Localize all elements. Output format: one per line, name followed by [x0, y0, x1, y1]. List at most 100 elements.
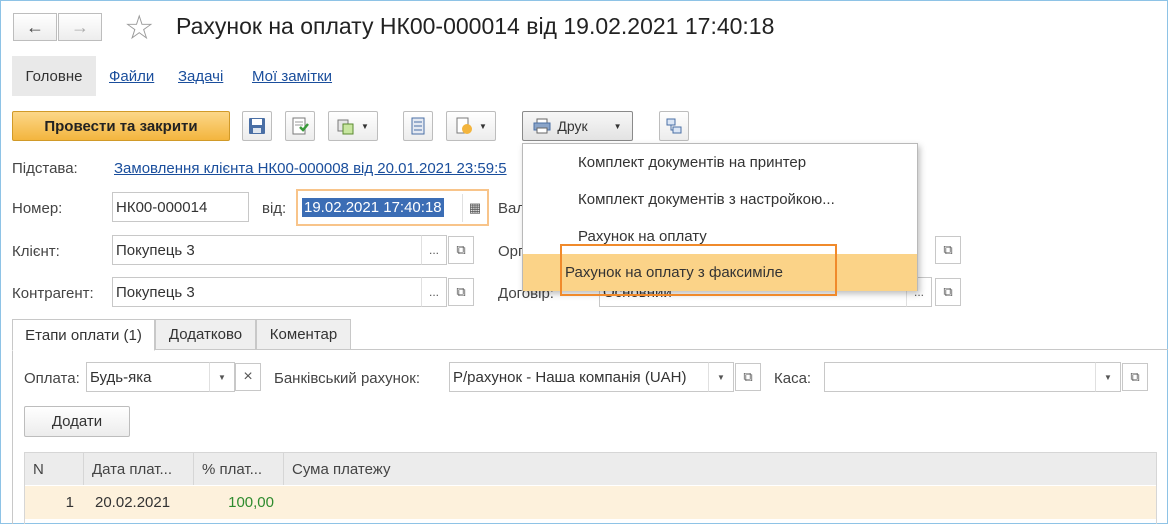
printer-icon — [533, 118, 551, 134]
post-document-icon — [292, 117, 309, 135]
tab-label: Коментар — [269, 326, 338, 343]
chevron-down-icon: ▼ — [479, 121, 487, 131]
save-icon — [249, 118, 265, 134]
cell-date: 20.02.2021 — [95, 494, 171, 511]
counterparty-select-button[interactable]: ... — [421, 277, 447, 307]
menu-item-label: Комплект документів на принтер — [578, 154, 807, 171]
bank-account-value: Р/рахунок - Наша компанія (UAH) — [453, 368, 687, 386]
menu-item-label: Комплект документів з настройкою... — [578, 191, 835, 208]
bank-account-dropdown-button[interactable]: ▼ — [708, 362, 734, 392]
column-header-label: Дата плат... — [92, 460, 172, 478]
report-icon — [456, 117, 473, 134]
column-header-n[interactable]: N — [25, 453, 84, 485]
open-icon: ⧉ — [743, 369, 753, 384]
journal-button[interactable] — [403, 111, 433, 141]
contract-open-button[interactable]: ⧉ — [935, 278, 961, 306]
counterparty-field[interactable]: Покупець 3 — [112, 277, 422, 307]
cash-open-button[interactable]: ⧉ — [1122, 363, 1148, 391]
column-header-percent[interactable]: % плат... — [194, 453, 284, 485]
date-label: від: — [262, 200, 287, 217]
save-button[interactable] — [242, 111, 272, 141]
arrow-left-icon: ← — [26, 16, 44, 37]
basis-label: Підстава: — [12, 160, 78, 177]
arrow-right-icon: → — [71, 16, 89, 37]
client-value: Покупець 3 — [116, 241, 195, 259]
bank-account-label: Банківський рахунок: — [274, 370, 421, 387]
client-field[interactable]: Покупець 3 — [112, 235, 422, 265]
chevron-down-icon: ▼ — [717, 372, 725, 382]
cell-n: 1 — [65, 494, 74, 511]
open-icon: ⧉ — [1130, 369, 1140, 384]
tab-label: Етапи оплати (1) — [25, 326, 142, 344]
back-button[interactable]: ← — [13, 13, 57, 41]
number-label: Номер: — [12, 200, 63, 217]
chevron-down-icon: ▼ — [218, 372, 226, 382]
open-icon: ⧉ — [456, 284, 466, 299]
ellipsis-icon: ... — [428, 285, 439, 299]
payment-select[interactable]: Будь-яка — [86, 362, 210, 392]
tab-files[interactable]: Файли — [109, 68, 154, 85]
highlight-annotation — [560, 244, 837, 296]
cell-sum — [292, 486, 492, 519]
menu-item-print-set[interactable]: Комплект документів на принтер — [523, 144, 917, 181]
create-based-on-icon — [337, 119, 354, 135]
tab-notes[interactable]: Мої замітки — [252, 68, 332, 85]
favorite-star-icon[interactable]: ☆ — [124, 8, 154, 48]
tab-main-label: Головне — [25, 67, 83, 85]
column-header-date[interactable]: Дата плат... — [84, 453, 194, 485]
chevron-down-icon: ▼ — [361, 121, 369, 131]
payment-value: Будь-яка — [90, 368, 152, 386]
counterparty-value: Покупець 3 — [116, 283, 195, 301]
cell-percent: 100,00 — [228, 494, 274, 511]
structure-button[interactable] — [659, 111, 689, 141]
column-header-sum[interactable]: Сума платежу — [284, 453, 1156, 485]
tab-additional[interactable]: Додатково — [155, 319, 256, 350]
organization-open-button[interactable]: ⧉ — [935, 236, 961, 264]
calendar-icon[interactable]: ▦ — [462, 194, 487, 222]
forward-button[interactable]: → — [58, 13, 102, 41]
menu-item-print-set-settings[interactable]: Комплект документів з настройкою... — [523, 181, 917, 218]
payment-dropdown-button[interactable]: ▼ — [209, 362, 235, 392]
cash-select[interactable] — [824, 362, 1096, 392]
add-button-label: Додати — [51, 413, 103, 430]
tab-comment[interactable]: Коментар — [256, 319, 351, 350]
menu-item-label: Рахунок на оплату — [578, 228, 707, 245]
tab-main[interactable]: Головне — [12, 56, 96, 96]
print-button[interactable]: Друк ▼ — [522, 111, 633, 141]
cash-dropdown-button[interactable]: ▼ — [1095, 362, 1121, 392]
number-field[interactable]: НК00-000014 — [112, 192, 249, 222]
open-icon: ⧉ — [943, 242, 953, 257]
tab-payment-stages[interactable]: Етапи оплати (1) — [12, 319, 155, 351]
create-based-on-button[interactable]: ▼ — [328, 111, 378, 141]
client-label: Клієнт: — [12, 243, 60, 260]
column-header-label: N — [33, 460, 44, 478]
counterparty-label: Контрагент: — [12, 285, 94, 302]
basis-link[interactable]: Замовлення клієнта НК00-000008 від 20.01… — [114, 160, 522, 177]
counterparty-open-button[interactable]: ⧉ — [448, 278, 474, 306]
post-button[interactable] — [285, 111, 315, 141]
column-header-label: % плат... — [202, 460, 263, 478]
post-and-close-label: Провести та закрити — [44, 117, 198, 135]
bank-account-open-button[interactable]: ⧉ — [735, 363, 761, 391]
payment-label: Оплата: — [24, 370, 80, 387]
ellipsis-icon: ... — [428, 243, 439, 257]
structure-icon — [666, 118, 682, 134]
page-title: Рахунок на оплату НК00-000014 від 19.02.… — [176, 13, 775, 39]
payment-clear-button[interactable]: × — [235, 363, 261, 391]
list-icon — [411, 117, 425, 135]
open-icon: ⧉ — [456, 242, 466, 257]
print-label: Друк — [557, 118, 588, 134]
open-icon: ⧉ — [943, 284, 953, 299]
chevron-down-icon: ▼ — [613, 121, 622, 131]
client-open-button[interactable]: ⧉ — [448, 236, 474, 264]
reports-button[interactable]: ▼ — [446, 111, 496, 141]
tab-tasks[interactable]: Задачі — [178, 68, 223, 85]
add-button[interactable]: Додати — [24, 406, 130, 437]
cash-label: Каса: — [774, 370, 812, 387]
client-select-button[interactable]: ... — [421, 235, 447, 265]
date-field[interactable]: 19.02.2021 17:40:18 — [299, 192, 461, 222]
post-and-close-button[interactable]: Провести та закрити — [12, 111, 230, 141]
bank-account-select[interactable]: Р/рахунок - Наша компанія (UAH) — [449, 362, 709, 392]
tab-label: Додатково — [168, 326, 243, 343]
number-value: НК00-000014 — [116, 198, 208, 216]
